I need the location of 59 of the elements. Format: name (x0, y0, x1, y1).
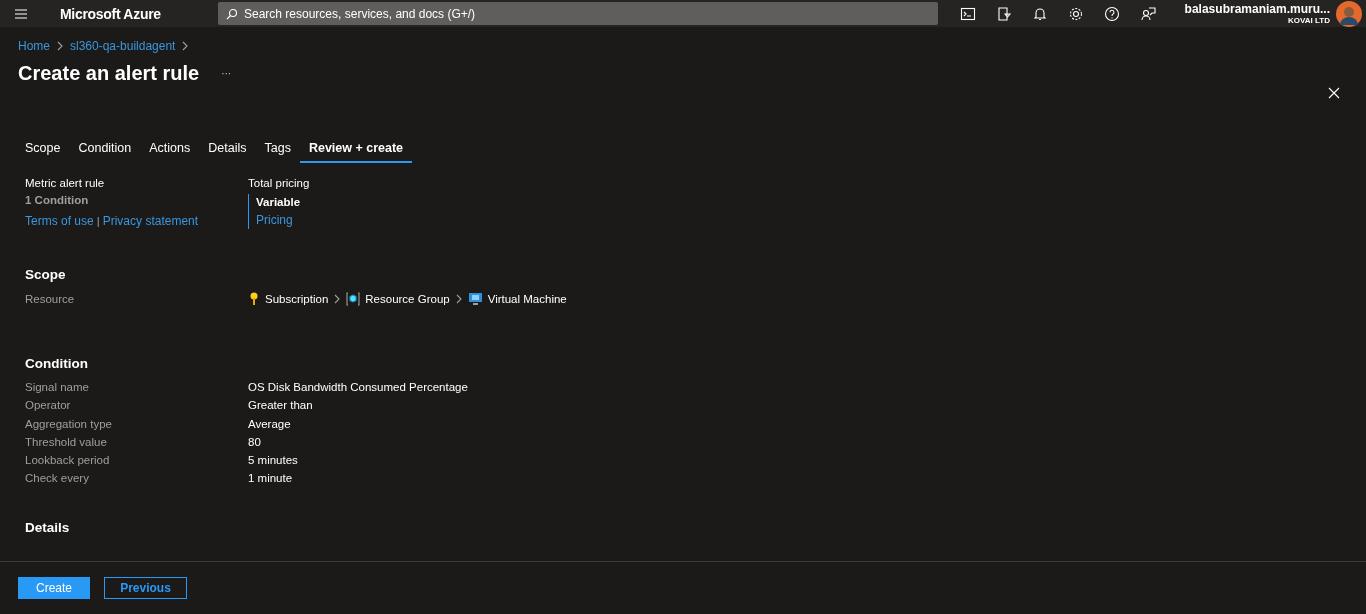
field-value: 80 (248, 435, 262, 448)
feedback-icon (1140, 5, 1156, 22)
chevron-icon (56, 41, 64, 51)
brand-name: Microsoft Azure (60, 5, 162, 22)
field-label: Resource (25, 293, 76, 305)
breadcrumb-link[interactable]: Home (18, 39, 50, 53)
organization-name: KOVAI LTD (1288, 16, 1330, 25)
privacy-link[interactable]: Privacy statement (102, 214, 199, 228)
field-value: Greater than (248, 399, 314, 412)
field-value: Average (248, 417, 292, 430)
field-label: Aggregation type (25, 417, 113, 430)
key-icon (248, 292, 260, 306)
scope-item: Virtual Machine (487, 293, 567, 305)
field-label: Check every (25, 472, 90, 485)
chevron-icon (333, 294, 342, 304)
field-value: 1 minute (248, 472, 294, 485)
section-heading: Details (25, 520, 71, 536)
pricing-value: Variable (256, 196, 302, 208)
search-icon (226, 7, 238, 20)
previous-button[interactable]: Previous (104, 577, 187, 599)
user-name[interactable]: balasubramaniam.muru... (1184, 2, 1330, 16)
tab[interactable]: Details (199, 135, 256, 163)
condition-count: 1 Condition (25, 194, 90, 206)
tab[interactable]: Tags (255, 135, 300, 163)
more-options[interactable]: ··· (221, 68, 232, 79)
field-value: OS Disk Bandwidth Consumed Percentage (248, 381, 469, 393)
section-heading: Condition (25, 356, 89, 371)
cube-icon (346, 292, 361, 306)
notification-icon (1032, 5, 1048, 22)
pricing-link[interactable]: Pricing (256, 213, 1348, 227)
field-label: Operator (25, 399, 72, 412)
pricing-label: Total pricing (248, 177, 311, 189)
section-heading: Scope (25, 267, 67, 282)
scope-item: Resource Group (365, 293, 450, 305)
tab[interactable]: Review + create (299, 135, 413, 163)
page-title: Create an alert rule (18, 62, 200, 85)
monitor-icon (467, 292, 483, 306)
settings-icon (1068, 5, 1084, 22)
breadcrumb-link[interactable]: sl360-qa-buildagent (70, 39, 176, 53)
avatar[interactable] (1336, 0, 1362, 27)
chevron-icon (454, 294, 463, 304)
terms-link[interactable]: Terms of use (25, 214, 94, 228)
menu-icon (14, 7, 28, 20)
field-label: Signal name (25, 381, 90, 393)
close-button[interactable] (1326, 85, 1342, 101)
rule-type: Metric alert rule (25, 177, 106, 189)
close-icon (1328, 87, 1340, 99)
field-label: Threshold value (25, 435, 108, 448)
scope-item: Subscription (265, 293, 329, 305)
tab[interactable]: Scope (16, 135, 70, 163)
link-separator: | (96, 215, 100, 227)
search-field[interactable]: Search resources, services, and docs (G+/) (218, 2, 938, 25)
terminal-icon (960, 5, 976, 22)
chevron-icon (181, 41, 190, 51)
field-label: Lookback period (25, 454, 111, 467)
tab[interactable]: Condition (69, 135, 141, 163)
help-icon (1104, 5, 1120, 22)
tab[interactable]: Actions (140, 135, 200, 163)
field-value: 5 minutes (248, 454, 299, 467)
